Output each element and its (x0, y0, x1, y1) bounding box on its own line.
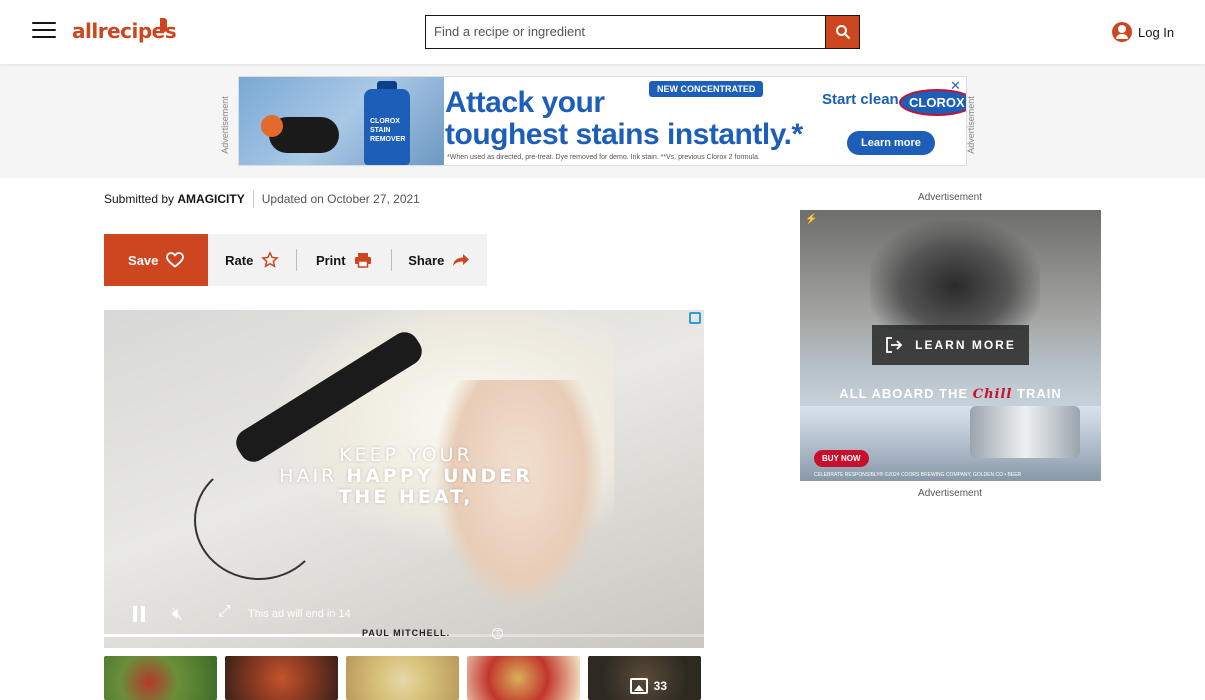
rate-label: Rate (225, 252, 254, 268)
print-button[interactable]: Print (297, 234, 391, 286)
photo-gallery-strip: 33 (104, 656, 704, 700)
side-ad-headline-brand: Chill (972, 387, 1013, 402)
menu-icon[interactable] (32, 22, 56, 42)
side-ad-train (870, 220, 1040, 330)
fullscreen-icon[interactable]: ⤢ (218, 603, 231, 621)
account-icon (1112, 22, 1132, 42)
ad-tagline: Start clean. (822, 91, 903, 108)
share-label: Share (408, 252, 445, 268)
photo-count: 33 (629, 678, 667, 694)
ad-countdown: This ad will end in 14 (248, 608, 351, 620)
share-button[interactable]: Share (392, 234, 488, 286)
gallery-thumbnail[interactable] (467, 656, 580, 700)
search-input[interactable]: Find a recipe or ingredient (425, 15, 826, 49)
side-ad-cta: LEARN MORE (915, 338, 1016, 352)
pause-icon[interactable] (132, 606, 146, 622)
gallery-thumbnail[interactable] (104, 656, 217, 700)
save-label: Save (128, 252, 159, 268)
video-controls: 🔇︎ ⤢ This ad will end in 14 PAUL MITCHEL… (104, 592, 704, 648)
ad-learn-more-button[interactable]: Learn more (847, 131, 935, 155)
ad-bottle-label: CLOROX STAIN REMOVER (370, 118, 406, 143)
side-ad-label-bottom: Advertisement (918, 488, 982, 499)
gallery-thumbnail[interactable] (346, 656, 459, 700)
submitted-prefix: Submitted by (104, 192, 175, 206)
video-line2-prefix: HAIR (279, 465, 338, 487)
star-icon (261, 251, 280, 268)
side-ad-learn-more-button[interactable]: LEARN MORE (872, 325, 1029, 365)
search-icon (835, 25, 850, 40)
exit-arrow-icon (886, 337, 903, 353)
rate-button[interactable]: Rate (208, 234, 296, 286)
side-ad-label-top: Advertisement (918, 192, 982, 203)
updated-date: Updated on October 27, 2021 (261, 192, 420, 206)
login-button[interactable]: Log In (1112, 22, 1174, 42)
video-line1: KEEP YOUR (339, 444, 473, 466)
video-brand: PAUL MITCHELL. (362, 628, 451, 638)
gallery-icon (629, 678, 648, 694)
side-ad[interactable]: ⚡ LEARN MORE ALL ABOARD THE Chill TRAIN … (800, 210, 1101, 481)
print-label: Print (315, 252, 346, 268)
site-header: allrecipes Find a recipe or ingredient L… (0, 0, 1205, 64)
ad-label-left: Advertisement (219, 96, 230, 154)
video-line3: THE HEAT, (338, 486, 474, 508)
photo-count-value: 33 (653, 679, 667, 693)
ad-ball (261, 115, 283, 137)
ad-headline-line2: toughest stains instantly.* (445, 118, 803, 151)
video-line2-bold: HAPPY UNDER (346, 465, 533, 487)
heart-icon (166, 252, 185, 268)
login-label: Log In (1138, 24, 1175, 40)
ad-label-right: Advertisement (965, 96, 976, 154)
printer-icon (354, 253, 371, 268)
top-ad-banner[interactable]: CLOROX STAIN REMOVER NEW CONCENTRATED At… (238, 76, 967, 166)
recipe-action-bar: Save Rate Print Share (104, 234, 487, 286)
ad-close-icon[interactable]: ✕ (950, 78, 961, 94)
side-ad-headline-suffix: TRAIN (1017, 386, 1062, 401)
help-icon[interactable]: ? (492, 628, 503, 639)
video-ad-player[interactable]: KEEP YOUR HAIR HAPPY UNDER THE HEAT, 🔇︎ … (104, 310, 704, 648)
side-ad-product (970, 406, 1080, 458)
side-ad-buy-button[interactable]: BUY NOW (814, 450, 869, 467)
author-link[interactable]: AMAGICITY (177, 192, 244, 206)
ad-headline-line1: Attack your (445, 86, 605, 119)
side-ad-fine-print: CELEBRATE RESPONSIBLY® ©2024 COORS BREWI… (814, 472, 1022, 478)
byline-divider (252, 190, 254, 208)
gallery-more-thumbnail[interactable]: 33 (588, 656, 701, 700)
logo-mark (160, 18, 167, 32)
side-ad-headline-prefix: ALL ABOARD THE (839, 386, 969, 401)
search-button[interactable] (825, 15, 860, 49)
byline: Submitted by AMAGICITY Updated on Octobe… (104, 190, 420, 208)
mute-icon[interactable]: 🔇︎ (172, 604, 183, 624)
lightning-icon: ⚡ (805, 214, 818, 225)
video-progress-fill (104, 634, 380, 637)
video-line2: HAIR HAPPY UNDER (266, 466, 546, 487)
ad-fine-print: *When used as directed, pre-treat. Dye r… (447, 154, 760, 161)
ad-headline: Attack your toughest stains instantly.* (445, 87, 803, 151)
save-button[interactable]: Save (104, 234, 209, 286)
share-arrow-icon (453, 254, 470, 266)
gallery-thumbnail[interactable] (225, 656, 338, 700)
adchoices-icon[interactable] (689, 312, 701, 324)
side-ad-headline: ALL ABOARD THE Chill TRAIN (810, 386, 1091, 402)
video-ad-headline: KEEP YOUR HAIR HAPPY UNDER THE HEAT, (266, 445, 546, 508)
